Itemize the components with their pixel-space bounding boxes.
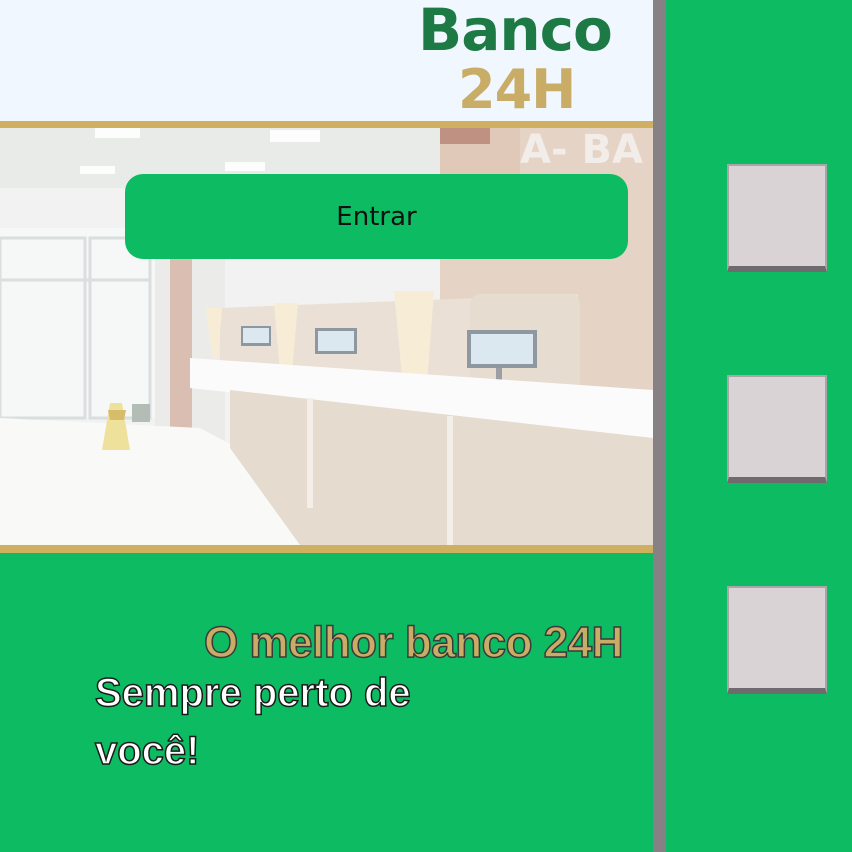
side-button-1[interactable] [727, 164, 827, 272]
main-panel: Banco 24H A- BA O melhor banco 24H Sempr… [0, 0, 653, 852]
subtitle: Sempre perto de você! [94, 670, 411, 774]
gold-divider-top [0, 121, 653, 128]
tagline: O melhor banco 24H [203, 617, 624, 668]
logo-text-banco: Banco [418, 0, 613, 64]
vertical-divider [653, 0, 666, 852]
header: Banco 24H [0, 0, 653, 121]
enter-button[interactable]: Entrar [125, 174, 628, 259]
logo-text-24h: 24H [458, 58, 576, 121]
side-button-3[interactable] [727, 586, 827, 694]
gold-divider-bottom [0, 545, 653, 553]
side-button-2[interactable] [727, 375, 827, 483]
